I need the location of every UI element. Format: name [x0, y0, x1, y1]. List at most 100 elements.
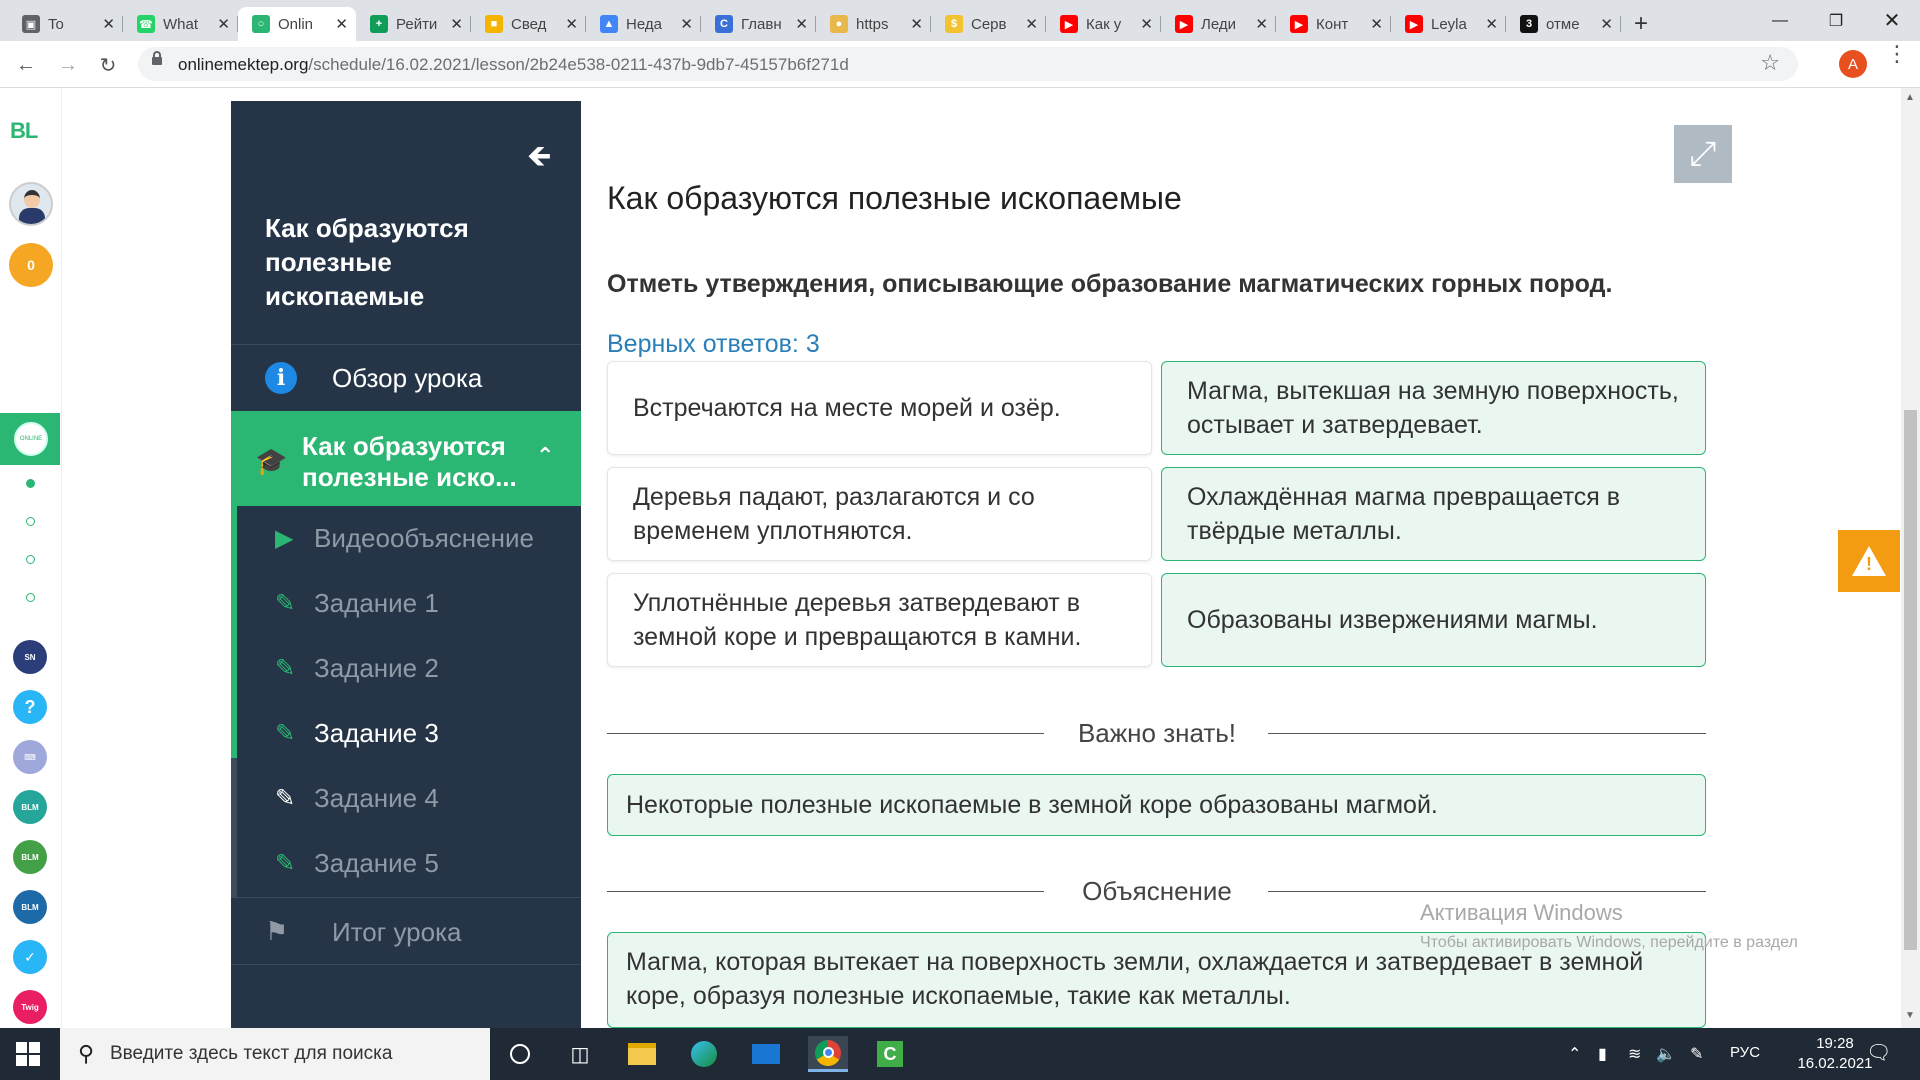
answer-option[interactable]: Охлаждённая магма превращается в твёрдые… [1161, 467, 1706, 561]
rail-dot[interactable] [26, 517, 35, 526]
browser-tab[interactable]: 3 отме ✕ [1506, 7, 1621, 41]
minimize-icon[interactable]: — [1752, 0, 1808, 41]
sidebar-item-current-section[interactable]: 🎓 Как образуются полезные иско... ⌃ [231, 411, 581, 506]
windows-start-icon[interactable] [16, 1042, 40, 1066]
pen-icon[interactable]: ✎ [1690, 1044, 1703, 1064]
bilim-land-icon[interactable]: BLM [13, 840, 47, 874]
forward-icon[interactable]: → [54, 51, 82, 79]
tab-close-icon[interactable]: ✕ [1485, 15, 1498, 33]
tab-close-icon[interactable]: ✕ [565, 15, 578, 33]
tab-close-icon[interactable]: ✕ [910, 15, 923, 33]
sidebar-item-summary[interactable]: ⚑ Итог урока [231, 897, 581, 965]
edge-icon[interactable] [684, 1036, 724, 1072]
browser-menu-icon[interactable]: ⋮ [1886, 43, 1908, 65]
browser-tab[interactable]: + Рейти ✕ [356, 7, 471, 41]
tab-close-icon[interactable]: ✕ [1025, 15, 1038, 33]
reload-icon[interactable]: ↻ [94, 51, 122, 79]
tab-close-icon[interactable]: ✕ [102, 15, 115, 33]
twig-icon[interactable]: Twig [13, 990, 47, 1024]
bookmark-star-icon[interactable]: ☆ [1760, 50, 1780, 76]
browser-tab[interactable]: ☎ What ✕ [123, 7, 238, 41]
browser-tab[interactable]: ○ Onlin ✕ [238, 7, 356, 41]
browser-tab[interactable]: ● https ✕ [816, 7, 931, 41]
new-tab-button[interactable]: + [1621, 7, 1661, 41]
answer-option[interactable]: Встречаются на месте морей и озёр. [607, 361, 1152, 455]
browser-tab[interactable]: ▶ Как у ✕ [1046, 7, 1161, 41]
network-icon[interactable]: ≋ [1628, 1044, 1641, 1064]
tray-chevron-icon[interactable]: ⌃ [1568, 1044, 1581, 1064]
tab-close-icon[interactable]: ✕ [335, 15, 348, 33]
bilimland-logo[interactable]: BL [10, 118, 38, 144]
tab-close-icon[interactable]: ✕ [795, 15, 808, 33]
rail-dot[interactable] [26, 593, 35, 602]
task-view-icon[interactable]: ◫ [560, 1036, 600, 1072]
arrow-left-icon[interactable]: 🡸 [527, 134, 551, 185]
camtasia-icon[interactable]: C [870, 1036, 910, 1072]
browser-tab[interactable]: ▶ Leyla ✕ [1391, 7, 1506, 41]
sidebar-sub-item[interactable]: ✎ Задание 2 [231, 636, 581, 701]
page-scrollbar[interactable]: ▲ ▼ [1901, 88, 1920, 1028]
mail-icon[interactable] [746, 1036, 786, 1072]
answer-option[interactable]: Образованы извержениями магмы. [1161, 573, 1706, 667]
browser-tab[interactable]: ▶ Конт ✕ [1276, 7, 1391, 41]
sidebar-item-overview[interactable]: i Обзор урока [231, 347, 581, 409]
language-indicator[interactable]: РУС [1730, 1044, 1760, 1061]
chevron-up-icon[interactable]: ⌃ [536, 443, 554, 469]
sidebar-sub-item[interactable]: ✎ Задание 3 [231, 701, 581, 766]
report-problem-button[interactable]: ! [1838, 530, 1900, 592]
lock-icon[interactable] [152, 51, 162, 65]
important-divider: Важно знать! [607, 718, 1707, 748]
battery-icon[interactable]: ▮ [1598, 1044, 1607, 1064]
taskbar-search[interactable]: ⚲ Введите здесь текст для поиска [60, 1028, 490, 1080]
cortana-icon[interactable] [500, 1036, 540, 1072]
maximize-icon[interactable]: ❐ [1808, 0, 1864, 41]
tab-close-icon[interactable]: ✕ [450, 15, 463, 33]
profile-avatar[interactable]: A [1839, 50, 1867, 78]
sidebar-sub-item[interactable]: ▶ Видеообъяснение [231, 506, 581, 571]
tasks-icon[interactable]: ✓ [13, 940, 47, 974]
fullscreen-button[interactable]: ⤢ [1674, 125, 1732, 183]
keyboard-icon[interactable]: ⌨ [13, 740, 47, 774]
scrollbar-thumb[interactable] [1904, 410, 1917, 950]
browser-tab[interactable]: ■ Свед ✕ [471, 7, 586, 41]
browser-tab[interactable]: ▣ To ✕ [8, 7, 123, 41]
tab-close-icon[interactable]: ✕ [217, 15, 230, 33]
coins-badge[interactable]: 0 [9, 243, 53, 287]
bilim-icon[interactable]: BLM [13, 790, 47, 824]
chrome-icon[interactable] [808, 1036, 848, 1072]
url-bar[interactable]: onlinemektep.org/schedule/16.02.2021/les… [138, 47, 1798, 81]
volume-icon[interactable]: 🔈 [1656, 1044, 1676, 1064]
correct-answers-count: Верных ответов: 3 [607, 330, 820, 358]
rail-dot[interactable] [26, 555, 35, 564]
tab-close-icon[interactable]: ✕ [1255, 15, 1268, 33]
rail-item-onlinemektep[interactable]: ONLINE [0, 413, 60, 465]
answer-option[interactable]: Магма, вытекшая на земную поверхность, о… [1161, 361, 1706, 455]
browser-tab[interactable]: C Главн ✕ [701, 7, 816, 41]
answer-option[interactable]: Уплотнённые деревья затвердевают в земно… [607, 573, 1152, 667]
bilim-book-icon[interactable]: BLM [13, 890, 47, 924]
window-close-icon[interactable]: ✕ [1864, 0, 1920, 41]
sidebar-sub-item[interactable]: ✎ Задание 5 [231, 831, 581, 896]
tab-close-icon[interactable]: ✕ [680, 15, 693, 33]
smart-nation-icon[interactable]: SN [13, 640, 47, 674]
rail-dot[interactable] [26, 479, 35, 488]
user-avatar[interactable] [9, 182, 53, 226]
scroll-down-icon[interactable]: ▼ [1905, 1010, 1915, 1021]
url-text[interactable]: onlinemektep.org/schedule/16.02.2021/les… [178, 55, 849, 75]
browser-tab[interactable]: $ Серв ✕ [931, 7, 1046, 41]
tab-close-icon[interactable]: ✕ [1370, 15, 1383, 33]
help-icon[interactable]: ? [13, 690, 47, 724]
youtube-icon: ▶ [1060, 15, 1078, 33]
browser-tab[interactable]: ▶ Леди ✕ [1161, 7, 1276, 41]
tab-title: Главн [741, 15, 782, 33]
file-explorer-icon[interactable] [622, 1036, 662, 1072]
tab-close-icon[interactable]: ✕ [1600, 15, 1613, 33]
answer-option[interactable]: Деревья падают, разлагаются и со времене… [607, 467, 1152, 561]
sidebar-sub-item[interactable]: ✎ Задание 1 [231, 571, 581, 636]
scroll-up-icon[interactable]: ▲ [1905, 92, 1915, 103]
notifications-icon[interactable]: 🗨 [1866, 1040, 1891, 1065]
tab-close-icon[interactable]: ✕ [1140, 15, 1153, 33]
back-icon[interactable]: ← [12, 51, 40, 79]
browser-tab[interactable]: ▲ Неда ✕ [586, 7, 701, 41]
sidebar-sub-item[interactable]: ✎ Задание 4 [231, 766, 581, 831]
